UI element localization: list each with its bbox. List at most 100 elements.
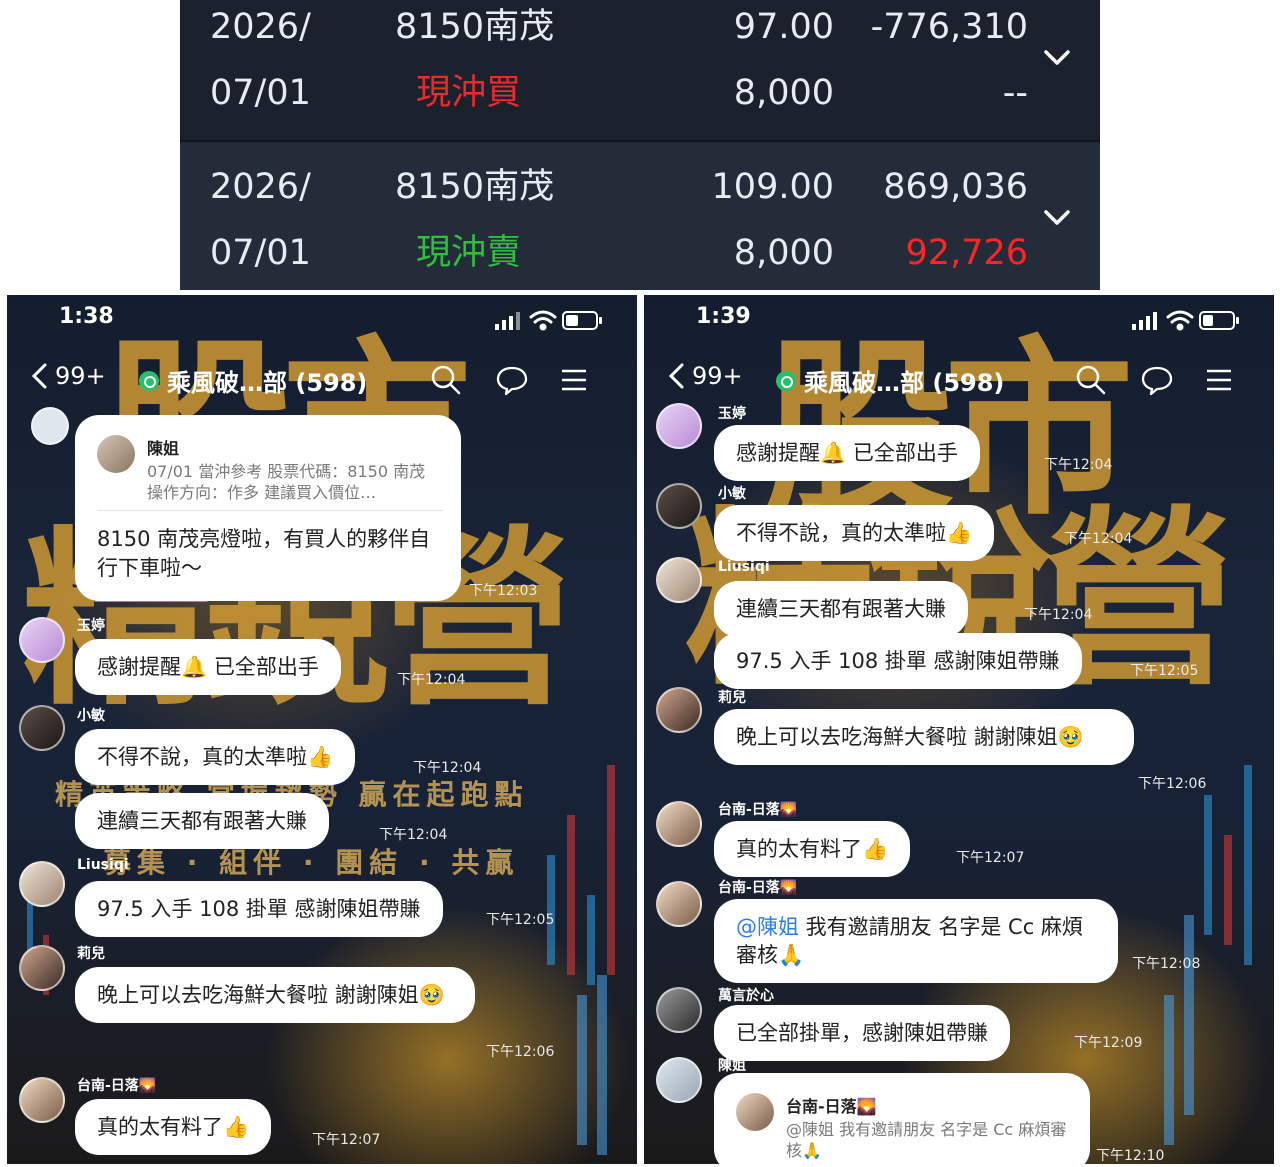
chevron-down-icon[interactable]	[1042, 202, 1072, 232]
avatar[interactable]	[656, 881, 702, 927]
message-bubble[interactable]: 感謝提醒🔔 已全部出手	[714, 425, 980, 481]
battery-icon	[562, 311, 602, 330]
battery-icon	[1199, 311, 1239, 330]
avatar[interactable]	[19, 1077, 65, 1123]
message-bubble[interactable]: 晚上可以去吃海鮮大餐啦 謝謝陳姐🥹	[714, 709, 1134, 765]
avatar[interactable]	[656, 801, 702, 847]
message-bubble[interactable]: 已全部掛單，感謝陳姐帶賺	[714, 1005, 1010, 1061]
avatar[interactable]	[19, 617, 65, 663]
trade-stock: 8150南茂	[395, 7, 555, 47]
reply-message-bubble[interactable]: 台南-日落🌄 @陳姐 我有邀請朋友 名字是 Cc 麻煩審核🙏	[714, 1073, 1090, 1164]
message-bubble[interactable]: 97.5 入手 108 掛單 感謝陳姐帶賺	[75, 881, 443, 937]
sender-name: 小敏	[718, 486, 746, 502]
quoted-sender: 陳姐	[147, 439, 180, 458]
status-time: 1:39	[696, 304, 751, 329]
trade-date-day: 07/01	[210, 73, 311, 113]
avatar[interactable]	[19, 705, 65, 751]
trade-date-year: 2026/	[210, 7, 311, 47]
avatar[interactable]	[656, 557, 702, 603]
unread-count: 99+	[55, 362, 106, 390]
message-time: 下午12:09	[1074, 1035, 1143, 1051]
quoted-message[interactable]: 台南-日落🌄 @陳姐 我有邀請朋友 名字是 Cc 麻煩審核🙏	[736, 1089, 1072, 1164]
trade-date-day: 07/01	[210, 233, 311, 273]
message-time: 下午12:08	[1132, 956, 1201, 972]
chat-room-icon	[139, 370, 159, 391]
message-time: 下午12:04	[413, 760, 482, 776]
signal-icon	[495, 312, 520, 330]
message-bubble[interactable]: 真的太有料了👍	[75, 1099, 272, 1155]
chat-title-text: 乘風破…部 (598)	[167, 369, 368, 397]
sender-name: 萬言於心	[718, 988, 774, 1004]
back-button[interactable]: 99+	[666, 361, 743, 391]
status-bar: 1:39	[644, 295, 1274, 345]
avatar[interactable]	[656, 987, 702, 1033]
sender-name: Liusiqi	[77, 857, 129, 873]
sender-name: 玉婷	[77, 618, 105, 634]
message-bubble[interactable]: 真的太有料了👍	[714, 821, 911, 877]
back-button[interactable]: 99+	[29, 361, 106, 391]
trade-row[interactable]: 2026/ 07/01 8150南茂 現沖賣 109.00 8,000 869,…	[180, 140, 1100, 290]
message-time: 下午12:05	[486, 912, 555, 928]
message-bubble[interactable]: 感謝提醒🔔 已全部出手	[75, 639, 341, 695]
message-time: 下午12:10	[1096, 1148, 1165, 1164]
avatar[interactable]	[656, 1057, 702, 1103]
trade-quantity: 8,000	[733, 73, 834, 113]
message-text: 8150 南茂亮燈啦，有買人的夥伴自行下車啦～	[97, 527, 431, 580]
quoted-text: 07/01 當沖參考 股票代碼：8150 南茂 操作方向：作多 建議買入價位…	[147, 462, 426, 502]
quoted-message[interactable]: 陳姐 07/01 當沖參考 股票代碼：8150 南茂 操作方向：作多 建議買入價…	[97, 431, 443, 511]
chevron-down-icon[interactable]	[1042, 42, 1072, 72]
message-time: 下午12:07	[956, 850, 1025, 866]
trade-row[interactable]: 2026/ 07/01 8150南茂 現沖買 97.00 8,000 -776,…	[180, 0, 1100, 140]
search-icon[interactable]	[429, 363, 463, 397]
status-icons	[495, 307, 605, 333]
sender-name: Liusiqi	[718, 559, 770, 575]
message-bubble[interactable]: 97.5 入手 108 掛單 感謝陳姐帶賺	[714, 633, 1082, 689]
chat-room-icon	[776, 370, 796, 391]
trade-action: 現沖賣	[416, 233, 522, 273]
message-time: 下午12:04	[379, 827, 448, 843]
search-icon[interactable]	[1074, 363, 1108, 397]
avatar[interactable]	[19, 945, 65, 991]
trade-amount: 869,036	[883, 167, 1028, 207]
reply-message-bubble[interactable]: 陳姐 07/01 當沖參考 股票代碼：8150 南茂 操作方向：作多 建議買入價…	[75, 415, 461, 601]
avatar	[736, 1093, 774, 1131]
chat-title-text: 乘風破…部 (598)	[804, 369, 1005, 397]
message-time: 下午12:06	[1138, 776, 1207, 792]
sender-name: 莉兒	[718, 690, 746, 706]
message-bubble[interactable]: 連續三天都有跟著大賺	[75, 793, 329, 849]
trade-amount: -776,310	[870, 7, 1028, 47]
message-bubble[interactable]: 連續三天都有跟著大賺	[714, 581, 968, 637]
status-bar: 1:38	[7, 295, 637, 345]
avatar[interactable]	[656, 687, 702, 733]
unread-count: 99+	[692, 362, 743, 390]
status-icons	[1132, 307, 1242, 333]
trade-date-year: 2026/	[210, 167, 311, 207]
trade-action: 現沖買	[416, 73, 522, 113]
message-time: 下午12:04	[1024, 607, 1093, 623]
sender-name: 台南-日落🌄	[77, 1078, 157, 1094]
message-time: 下午12:04	[1044, 457, 1113, 473]
chat-title[interactable]: 乘風破…部 (598)	[776, 363, 1004, 398]
chat-screen-left: 股市 精銳營 精英策略 掌握趨勢 贏在起跑點 募集 · 組伴 · 團結 · 共贏…	[7, 295, 637, 1164]
message-time: 下午12:03	[469, 583, 538, 599]
wifi-icon	[1166, 310, 1194, 331]
avatar[interactable]	[656, 403, 702, 449]
avatar[interactable]	[31, 407, 69, 445]
message-bubble[interactable]: 不得不說，真的太準啦👍	[714, 505, 995, 561]
trade-price: 97.00	[733, 7, 834, 47]
chat-header: 99+ 乘風破…部 (598)	[644, 355, 1274, 405]
chat-title[interactable]: 乘風破…部 (598)	[139, 363, 367, 398]
message-bubble[interactable]: 晚上可以去吃海鮮大餐啦 謝謝陳姐🥹	[75, 967, 475, 1023]
speech-bubble-icon[interactable]	[1140, 363, 1174, 397]
message-bubble[interactable]: @陳姐 我有邀請朋友 名字是 Cc 麻煩審核🙏	[714, 899, 1118, 983]
mention-link[interactable]: @陳姐	[736, 915, 799, 939]
menu-icon[interactable]	[1202, 363, 1236, 397]
menu-icon[interactable]	[557, 363, 591, 397]
speech-bubble-icon[interactable]	[495, 363, 529, 397]
trade-price: 109.00	[711, 167, 834, 207]
message-bubble[interactable]: 不得不說，真的太準啦👍	[75, 729, 356, 785]
sender-name: 莉兒	[77, 946, 105, 962]
avatar[interactable]	[656, 483, 702, 529]
message-time: 下午12:06	[486, 1044, 555, 1060]
avatar[interactable]	[19, 861, 65, 907]
